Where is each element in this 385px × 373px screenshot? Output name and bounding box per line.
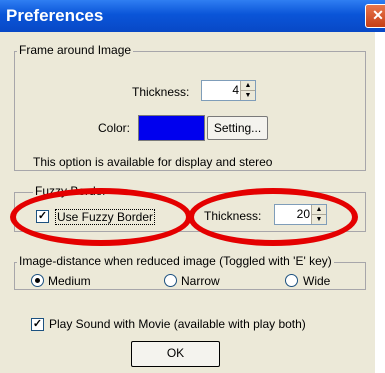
spin-down-icon[interactable]: ▼	[312, 215, 326, 224]
checkmark-icon: ✓	[32, 318, 43, 330]
radio-narrow[interactable]	[164, 274, 177, 287]
frame-color-swatch	[138, 115, 205, 141]
radio-medium-label[interactable]: Medium	[48, 274, 91, 288]
radio-selected-dot	[35, 278, 40, 283]
frame-note-text: This option is available for display and…	[33, 155, 273, 169]
color-setting-button[interactable]: Setting...	[207, 116, 268, 140]
fuzzy-thickness-value: 20	[296, 207, 310, 221]
fuzzy-thickness-label: Thickness:	[204, 209, 262, 223]
close-icon: ✕	[372, 7, 384, 23]
checkmark-icon: ✓	[37, 210, 48, 222]
use-fuzzy-border-checkbox[interactable]: ✓	[36, 210, 49, 223]
radio-narrow-label[interactable]: Narrow	[181, 274, 220, 288]
fuzzy-thickness-spinner[interactable]: 20 ▲ ▼	[274, 204, 327, 225]
radio-wide-label[interactable]: Wide	[303, 274, 330, 288]
radio-medium[interactable]	[31, 274, 44, 287]
title-bar[interactable]: Preferences ✕	[0, 0, 385, 32]
fuzzy-thickness-arrows[interactable]: ▲ ▼	[311, 205, 326, 224]
frame-thickness-spinner[interactable]: 4 ▲ ▼	[201, 80, 256, 101]
spin-up-icon[interactable]: ▲	[312, 205, 326, 215]
window-title: Preferences	[6, 6, 104, 25]
frame-around-image-group	[14, 51, 366, 171]
spin-down-icon[interactable]: ▼	[241, 91, 255, 100]
frame-thickness-value: 4	[232, 83, 239, 97]
play-sound-checkbox[interactable]: ✓	[31, 318, 44, 331]
preferences-dialog: Preferences ✕ Frame around Image Thickne…	[0, 0, 385, 373]
close-button[interactable]: ✕	[365, 4, 385, 28]
distance-group-legend: Image-distance when reduced image (Toggl…	[17, 254, 334, 268]
frame-thickness-label: Thickness:	[132, 85, 190, 99]
radio-wide[interactable]	[285, 274, 298, 287]
fuzzy-group-legend: Fuzzy Border	[33, 184, 109, 198]
frame-thickness-arrows[interactable]: ▲ ▼	[240, 81, 255, 100]
frame-color-label: Color:	[98, 121, 131, 135]
use-fuzzy-border-label[interactable]: Use Fuzzy Border	[55, 209, 156, 225]
ok-button[interactable]: OK	[131, 341, 220, 367]
frame-group-legend: Frame around Image	[17, 43, 134, 57]
play-sound-label[interactable]: Play Sound with Movie (available with pl…	[49, 317, 306, 331]
background-strip	[375, 32, 385, 373]
spin-up-icon[interactable]: ▲	[241, 81, 255, 91]
